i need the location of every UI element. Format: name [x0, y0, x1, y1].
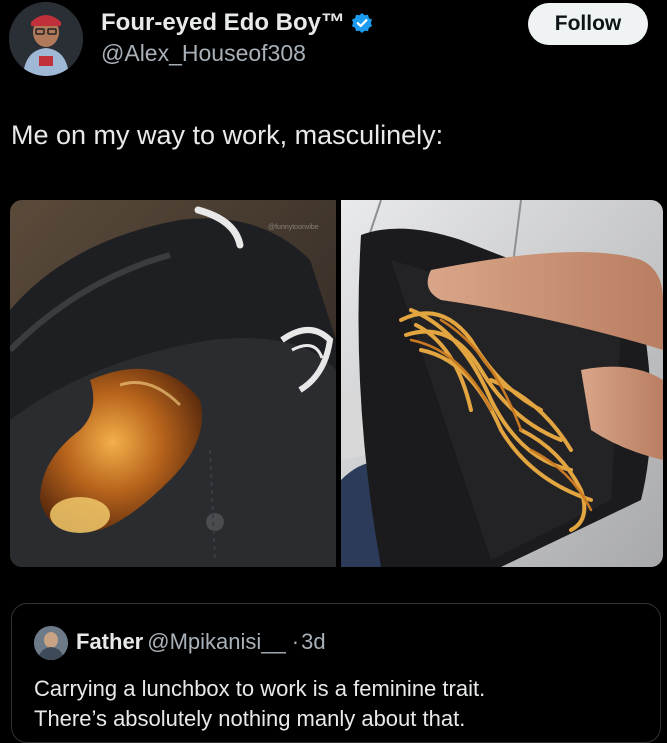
quoted-tweet-text: Carrying a lunchbox to work is a feminin…: [34, 674, 644, 734]
author-name-row: Four-eyed Edo Boy™: [101, 6, 373, 40]
tweet-header: Four-eyed Edo Boy™ @Alex_Houseof308 Foll…: [0, 0, 667, 90]
tweet-text: Me on my way to work, masculinely:: [11, 120, 444, 150]
author-avatar[interactable]: [9, 2, 83, 76]
quoted-tweet-header: Father @Mpikanisi__ ·3d: [76, 629, 326, 655]
quoted-text-line: Carrying a lunchbox to work is a feminin…: [34, 676, 486, 701]
quoted-author-avatar[interactable]: [34, 626, 68, 660]
profile-photo-icon: [34, 626, 68, 660]
quoted-author-name[interactable]: Father: [76, 629, 143, 654]
profile-photo-icon: [9, 2, 83, 76]
author-display-name[interactable]: Four-eyed Edo Boy™: [101, 9, 345, 37]
quoted-timestamp[interactable]: 3d: [301, 629, 325, 654]
author-handle[interactable]: @Alex_Houseof308: [101, 40, 306, 67]
verified-badge-icon: [351, 12, 373, 34]
quoted-separator: ·: [291, 629, 300, 654]
quoted-tweet[interactable]: Father @Mpikanisi__ ·3d Carrying a lunchbo…: [11, 603, 661, 743]
follow-button[interactable]: Follow: [528, 3, 648, 45]
spaghetti-in-wallet-photo[interactable]: [341, 200, 663, 567]
photo-watermark: @funnytoonvibe: [268, 224, 319, 231]
chicken-drumstick-in-pocket-photo[interactable]: @funnytoonvibe: [10, 200, 336, 567]
tweet-media[interactable]: @funnytoonvibe: [10, 200, 663, 567]
quoted-author-handle[interactable]: @Mpikanisi__: [147, 629, 286, 654]
